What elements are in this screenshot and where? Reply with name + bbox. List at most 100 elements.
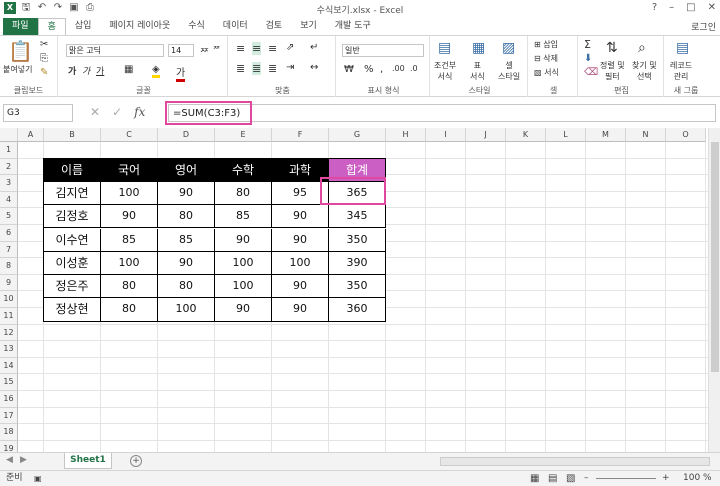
table-cell[interactable]: 350 [329,275,386,299]
tab-review[interactable]: 검토 [257,18,292,35]
page-break-view-icon[interactable]: ▧ [566,471,575,486]
table-cell[interactable]: 390 [329,251,386,276]
column-header-k[interactable]: K [506,128,546,142]
row-header-1[interactable]: 1 [0,142,18,159]
cut-icon[interactable]: ✂ [40,39,48,50]
indent-icon[interactable]: ⇥ [286,62,294,73]
clear-icon[interactable]: ⌫ [584,67,598,78]
table-cell[interactable]: 90 [158,251,215,276]
table-cell[interactable]: 80 [158,205,215,229]
cancel-entry-icon[interactable]: ✕ [90,105,100,119]
row-header-2[interactable]: 2 [0,158,18,176]
table-cell[interactable]: 90 [215,298,272,322]
font-name-select[interactable]: 맑은 고딕 [66,44,164,57]
vertical-scrollbar[interactable] [708,128,720,452]
table-cell[interactable]: 80 [215,181,272,206]
row-header-11[interactable]: 11 [0,308,18,325]
accounting-format-icon[interactable]: ₩ [344,64,354,75]
horizontal-scrollbar[interactable] [440,457,710,466]
normal-view-icon[interactable]: ▦ [530,471,539,486]
record-manage-button[interactable]: 레코드 관리 [670,60,692,82]
bold-icon[interactable]: 가 [68,64,76,77]
row-header-9[interactable]: 9 [0,274,18,292]
add-sheet-icon[interactable]: + [130,455,142,467]
row-header-18[interactable]: 18 [0,424,18,441]
table-header-cell[interactable]: 국어 [101,158,158,182]
orientation-icon[interactable]: ⇗ [286,42,294,53]
table-header-cell[interactable]: 이름 [44,158,101,182]
copy-icon[interactable]: ⎘ [40,53,48,64]
cell-styles-icon[interactable]: ▨ [502,40,515,56]
table-cell[interactable]: 360 [329,298,386,322]
row-header-3[interactable]: 3 [0,175,18,192]
table-cell[interactable]: 김정호 [44,205,101,229]
italic-icon[interactable]: 가 [82,64,90,77]
paste-button[interactable]: 붙여넣기 [3,64,32,75]
zoom-out-icon[interactable]: – [584,471,589,486]
minimize-icon[interactable]: – [669,2,674,13]
column-header-d[interactable]: D [158,128,215,142]
table-cell[interactable]: 90 [158,181,215,206]
name-box[interactable]: G3 [3,104,73,122]
merge-center-icon[interactable]: ↔ [310,62,318,73]
zoom-level[interactable]: 100 % [683,471,712,486]
tab-home[interactable]: 홈 [37,18,66,35]
tab-data[interactable]: 데이터 [214,18,257,35]
align-bottom-icon[interactable]: ≡ [268,42,277,55]
row-header-8[interactable]: 8 [0,258,18,275]
table-cell[interactable]: 80 [101,298,158,322]
column-header-c[interactable]: C [101,128,158,142]
row-header-14[interactable]: 14 [0,357,18,375]
border-icon[interactable]: ▦ [124,64,133,75]
conditional-format-icon[interactable]: ▤ [438,40,451,56]
row-header-4[interactable]: 4 [0,191,18,209]
tab-insert[interactable]: 삽입 [66,18,101,35]
table-cell[interactable]: 80 [158,275,215,299]
zoom-in-icon[interactable]: + [662,471,670,486]
align-right-icon[interactable]: ≣ [268,62,277,75]
column-header-i[interactable]: I [426,128,466,142]
table-cell[interactable]: 95 [272,181,329,206]
tab-file[interactable]: 파일 [3,18,38,35]
column-header-b[interactable]: B [44,128,101,142]
row-header-15[interactable]: 15 [0,374,18,391]
table-cell[interactable]: 100 [215,275,272,299]
cell-styles-button[interactable]: 셀 스타일 [498,60,520,82]
table-cell[interactable]: 90 [101,205,158,229]
table-cell[interactable]: 정상현 [44,298,101,322]
table-cell[interactable]: 100 [101,181,158,206]
sheet-nav-prev-icon[interactable]: ◀ [6,455,13,465]
table-cell[interactable]: 정은주 [44,275,101,299]
table-cell[interactable]: 100 [101,251,158,276]
column-header-j[interactable]: J [466,128,506,142]
column-header-h[interactable]: H [386,128,426,142]
row-header-13[interactable]: 13 [0,341,18,358]
column-header-o[interactable]: O [666,128,706,142]
row-header-7[interactable]: 7 [0,241,18,259]
align-middle-icon[interactable]: ≡ [252,42,262,55]
column-header-m[interactable]: M [586,128,626,142]
align-center-icon[interactable]: ≣ [252,62,262,75]
paste-icon[interactable]: 📋 [8,39,33,63]
formula-input[interactable]: =SUM(C3:F3) [168,104,716,122]
sort-filter-icon[interactable]: ⇅ [606,40,618,56]
fill-icon[interactable]: ⬇ [584,53,592,64]
table-header-cell[interactable]: 합계 [329,158,386,182]
page-layout-view-icon[interactable]: ▤ [548,471,557,486]
conditional-format-button[interactable]: 조건부 서식 [434,60,456,82]
increase-decimal-icon[interactable]: .00 [392,64,405,73]
sheet-nav-next-icon[interactable]: ▶ [20,455,27,465]
column-header-a[interactable]: A [18,128,44,142]
table-cell[interactable]: 100 [158,298,215,322]
close-icon[interactable]: ✕ [708,2,716,13]
row-header-6[interactable]: 6 [0,225,18,242]
row-header-17[interactable]: 17 [0,407,18,425]
wrap-text-icon[interactable]: ↵ [310,42,318,53]
table-cell[interactable]: 90 [272,228,329,252]
table-cell[interactable]: 100 [215,251,272,276]
fill-color-icon[interactable]: ◈ [152,64,160,78]
table-cell[interactable]: 85 [101,228,158,252]
table-header-cell[interactable]: 과학 [272,158,329,182]
zoom-slider[interactable] [596,478,656,479]
table-header-cell[interactable]: 수학 [215,158,272,182]
